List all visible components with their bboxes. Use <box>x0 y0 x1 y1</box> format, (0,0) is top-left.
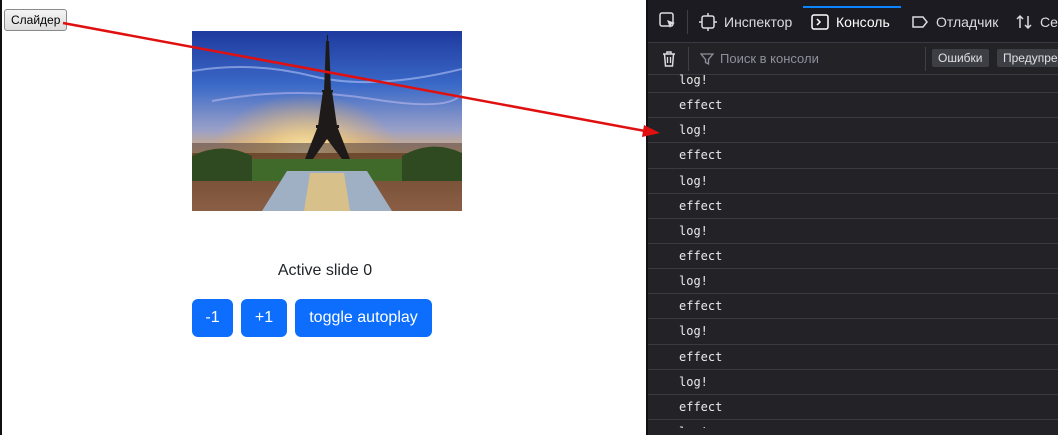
console-message: effect <box>648 294 1058 320</box>
trash-icon[interactable] <box>659 49 679 69</box>
console-message: effect <box>648 244 1058 270</box>
prev-slide-button[interactable]: -1 <box>192 299 233 337</box>
tab-network[interactable]: Се <box>1014 0 1058 43</box>
tab-separator <box>687 10 688 34</box>
tab-console-label: Консоль <box>836 13 890 30</box>
filter-icon <box>699 52 715 66</box>
console-message: log! <box>648 420 1058 428</box>
next-slide-button[interactable]: +1 <box>241 299 287 337</box>
console-message: log! <box>648 370 1058 395</box>
devtools-tab-bar: Инспектор Консоль Отладчик Се <box>648 0 1058 43</box>
pick-element-icon[interactable] <box>658 11 678 31</box>
console-message: effect <box>648 395 1058 420</box>
console-icon <box>810 12 830 32</box>
console-message: log! <box>648 319 1058 345</box>
console-message: effect <box>648 194 1058 219</box>
filter-errors-button[interactable]: Ошибки <box>932 49 989 67</box>
console-search-input[interactable] <box>720 51 920 66</box>
tab-debugger[interactable]: Отладчик <box>910 0 998 43</box>
tab-inspector-label: Инспектор <box>724 13 793 30</box>
console-message: effect <box>648 345 1058 370</box>
debugger-icon <box>910 12 930 32</box>
tab-debugger-label: Отладчик <box>936 13 999 30</box>
slider-button[interactable]: Слайдер <box>4 9 68 31</box>
filter-warnings-button[interactable]: Предупре <box>997 49 1058 67</box>
console-message: log! <box>648 219 1058 244</box>
devtools-panel: Инспектор Консоль Отладчик Се Поиск в ко… <box>646 0 1058 435</box>
console-message: log! <box>648 118 1058 144</box>
tab-network-label: Се <box>1040 13 1058 30</box>
active-slide-index: 0 <box>363 262 373 279</box>
page-viewport: Слайдер Active slide 0 -1 +1 toggle auto… <box>0 0 646 435</box>
console-output: log! effect log! effect log! effect log! effect… <box>648 68 1058 428</box>
active-slide-text: Active slide 0 <box>2 262 648 280</box>
active-slide-label: Active slide <box>277 262 364 279</box>
tab-console[interactable]: Консоль <box>810 0 890 43</box>
console-message: effect <box>648 143 1058 169</box>
slide-image-eiffel-tower <box>192 31 462 211</box>
toggle-autoplay-button[interactable]: toggle autoplay <box>295 299 432 337</box>
console-message: effect <box>648 93 1058 119</box>
console-message: log! <box>648 169 1058 194</box>
console-message: log! <box>648 68 1058 94</box>
network-icon <box>1014 12 1034 32</box>
tab-inspector[interactable]: Инспектор <box>698 0 792 43</box>
console-message: log! <box>648 269 1058 295</box>
inspector-icon <box>698 12 718 32</box>
